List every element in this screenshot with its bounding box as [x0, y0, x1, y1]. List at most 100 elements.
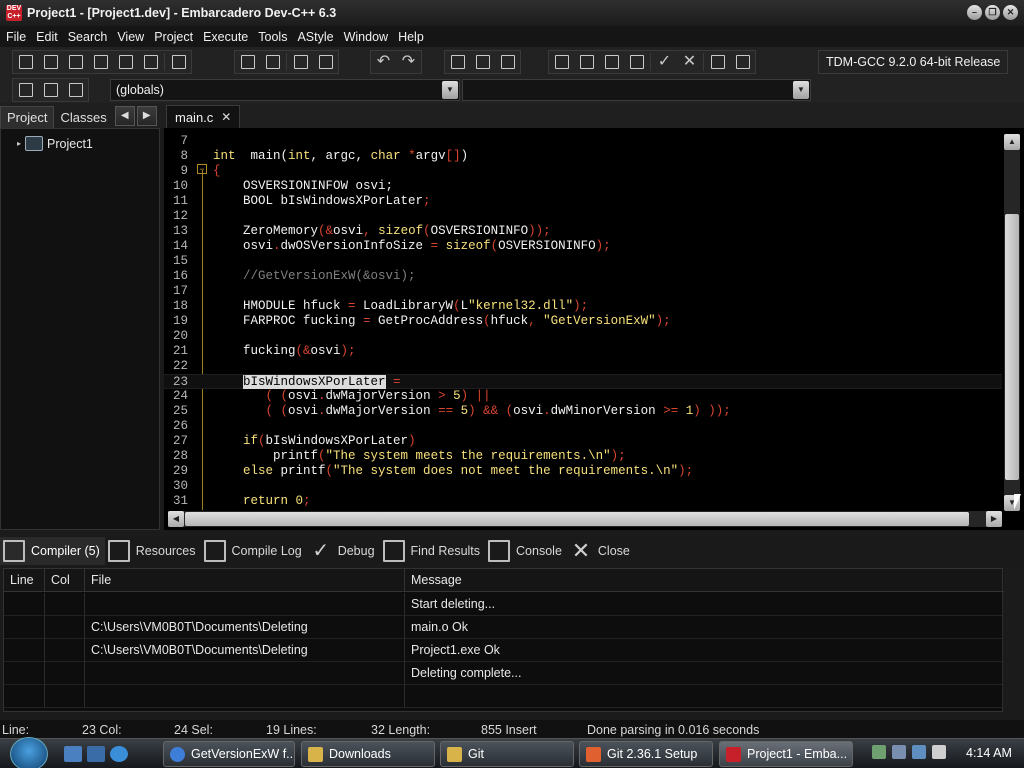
scroll-left-icon[interactable]: ◀ — [168, 511, 184, 527]
project-options-button[interactable] — [495, 51, 520, 73]
chevron-left-icon[interactable]: ◀ — [114, 106, 135, 126]
print-button[interactable] — [166, 51, 191, 73]
syntax-check-button[interactable]: ✓ — [652, 51, 677, 73]
tab-compile-log[interactable]: Compile Log — [201, 537, 307, 565]
code-line[interactable]: 17 — [164, 284, 1002, 299]
code-line[interactable]: 8 int main(int, argc, char *argv[]) — [164, 149, 1002, 164]
tab-classes[interactable]: Classes — [54, 106, 112, 128]
close-icon[interactable]: ✕ — [221, 110, 231, 124]
remove-from-project-button[interactable] — [470, 51, 495, 73]
tab-compiler[interactable]: Compiler (5) — [0, 537, 105, 565]
code-line[interactable]: 14 osvi.dwOSVersionInfoSize = sizeof(OSV… — [164, 239, 1002, 254]
show-desktop-icon[interactable] — [64, 746, 82, 762]
abort-button[interactable]: ✕ — [677, 51, 702, 73]
minimize-button[interactable]: – — [967, 5, 982, 20]
code-editor[interactable]: − 7 8 int main(int, argc, char *argv[]) 9{1… — [164, 128, 1024, 530]
rebuild-button[interactable] — [624, 51, 649, 73]
column-header-file[interactable]: File — [85, 569, 405, 592]
find-button[interactable] — [235, 51, 260, 73]
menu-project[interactable]: Project — [149, 30, 198, 44]
run-button[interactable] — [574, 51, 599, 73]
code-line[interactable]: 11 BOOL bIsWindowsXPorLater; — [164, 194, 1002, 209]
code-line[interactable]: 22 — [164, 359, 1002, 374]
ie-icon[interactable] — [110, 746, 128, 762]
clock[interactable]: 4:14 AM — [966, 746, 1012, 760]
code-line[interactable]: 10 OSVERSIONINFOW osvi; — [164, 179, 1002, 194]
compile-button[interactable] — [549, 51, 574, 73]
menu-astyle[interactable]: AStyle — [292, 30, 338, 44]
code-line[interactable]: 13 ZeroMemory(&osvi, sizeof(OSVERSIONINF… — [164, 224, 1002, 239]
symbol-combo[interactable]: ▼ — [462, 79, 811, 101]
task-chrome[interactable]: GetVersionExW f... — [163, 741, 295, 767]
devcpp-app-icon[interactable]: DEV C++ — [6, 5, 22, 21]
tab-resources[interactable]: Resources — [105, 537, 201, 565]
insert-code-button[interactable] — [13, 79, 38, 101]
menu-execute[interactable]: Execute — [198, 30, 253, 44]
code-line[interactable]: 20 — [164, 329, 1002, 344]
close-window-button[interactable]: ✕ — [1003, 5, 1018, 20]
action-center-icon[interactable] — [912, 745, 926, 759]
chevron-right-icon[interactable]: ▶ — [136, 106, 157, 126]
tab-find-results[interactable]: Find Results — [380, 537, 485, 565]
close-all-button[interactable] — [138, 51, 163, 73]
tree-item-project[interactable]: ▸ Project1 — [17, 136, 93, 151]
new-file-button[interactable] — [13, 51, 38, 73]
code-line[interactable]: 21 fucking(&osvi); — [164, 344, 1002, 359]
restore-button[interactable]: ❐ — [985, 5, 1000, 20]
code-line[interactable]: 31 return 0; — [164, 494, 1002, 509]
task-git-setup[interactable]: Git 2.36.1 Setup — [579, 741, 713, 767]
table-row[interactable]: Deleting complete... — [4, 662, 1004, 685]
table-row[interactable]: C:\Users\VM0B0T\Documents\Deleting main.… — [4, 616, 1004, 639]
code-line[interactable]: 23 bIsWindowsXPorLater = — [164, 374, 1002, 389]
close-file-button[interactable] — [113, 51, 138, 73]
expand-icon[interactable]: ▸ — [17, 139, 21, 148]
chevron-down-icon[interactable]: ▼ — [793, 81, 809, 99]
task-git-folder[interactable]: Git — [440, 741, 574, 767]
tab-console[interactable]: Console — [485, 537, 567, 565]
code-line[interactable]: 16 //GetVersionExW(&osvi); — [164, 269, 1002, 284]
toggle-bookmark-button[interactable] — [38, 79, 63, 101]
redo-button[interactable]: ↷ — [396, 51, 421, 73]
goto-button[interactable] — [288, 51, 313, 73]
start-button[interactable] — [10, 737, 48, 768]
menu-tools[interactable]: Tools — [253, 30, 292, 44]
table-row[interactable]: Start deleting... — [4, 593, 1004, 616]
add-to-project-button[interactable] — [445, 51, 470, 73]
delete-profile-button[interactable] — [730, 51, 755, 73]
chevron-down-icon[interactable]: ▼ — [442, 81, 458, 99]
tab-close[interactable]: ✕ Close — [567, 537, 635, 565]
save-all-button[interactable] — [88, 51, 113, 73]
tab-main-c[interactable]: main.c ✕ — [166, 105, 241, 128]
code-line[interactable]: 19 FARPROC fucking = GetProcAddress(hfuc… — [164, 314, 1002, 329]
menu-edit[interactable]: Edit — [31, 30, 63, 44]
task-devcpp[interactable]: Project1 - Emba... — [719, 741, 853, 767]
editor-vertical-scrollbar[interactable] — [1004, 134, 1020, 510]
menu-help[interactable]: Help — [393, 30, 429, 44]
replace-button[interactable] — [260, 51, 285, 73]
task-downloads[interactable]: Downloads — [301, 741, 435, 767]
code-line[interactable]: 28 printf("The system meets the requirem… — [164, 449, 1002, 464]
save-button[interactable] — [63, 51, 88, 73]
menu-file[interactable]: File — [1, 30, 31, 44]
code-line[interactable]: 9{ — [164, 164, 1002, 179]
network-icon[interactable] — [872, 745, 886, 759]
code-line[interactable]: 7 — [164, 134, 1002, 149]
volume-icon[interactable] — [932, 745, 946, 759]
scroll-right-icon[interactable]: ▶ — [986, 511, 1002, 527]
code-line[interactable]: 25 ( (osvi.dwMajorVersion == 5) && (osvi… — [164, 404, 1002, 419]
undo-button[interactable]: ↶ — [371, 51, 396, 73]
code-line[interactable]: 12 — [164, 209, 1002, 224]
code-line[interactable]: 24 ( (osvi.dwMajorVersion > 5) || — [164, 389, 1002, 404]
profile-button[interactable] — [705, 51, 730, 73]
code-line[interactable]: 26 — [164, 419, 1002, 434]
code-line[interactable]: 18 HMODULE hfuck = LoadLibraryW(L"kernel… — [164, 299, 1002, 314]
column-header-col[interactable]: Col — [45, 569, 85, 592]
code-line[interactable]: 30 — [164, 479, 1002, 494]
scroll-up-icon[interactable]: ▲ — [1004, 134, 1020, 150]
menu-window[interactable]: Window — [339, 30, 393, 44]
compiler-select[interactable]: TDM-GCC 9.2.0 64-bit Release — [818, 50, 1009, 74]
goto-bookmark-button[interactable] — [63, 79, 88, 101]
menu-search[interactable]: Search — [63, 30, 113, 44]
code-line[interactable]: 15 — [164, 254, 1002, 269]
compile-run-button[interactable] — [599, 51, 624, 73]
